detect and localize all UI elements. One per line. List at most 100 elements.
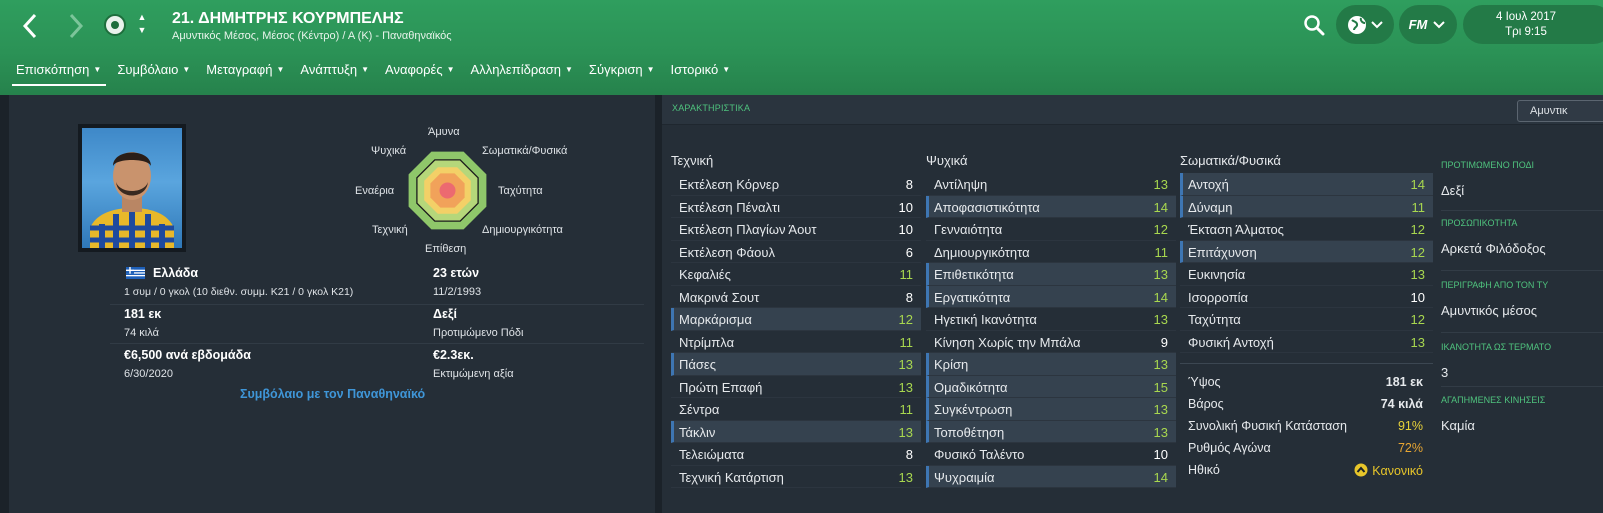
attribute-row[interactable]: Επιτάχυνση 12 — [1180, 240, 1433, 263]
attribute-row[interactable]: Δύναμη 11 — [1180, 195, 1433, 218]
attribute-value: 11 — [899, 334, 914, 350]
current-time: Τρι 9:15 — [1505, 25, 1547, 38]
attribute-row[interactable]: Ευκινησία 13 — [1180, 263, 1433, 286]
contract-link[interactable]: Συμβόλαιο με τον Παναθηναϊκό — [240, 387, 425, 401]
tab-compare[interactable]: Σύγκριση ▼ — [581, 60, 663, 84]
club-badge-icon[interactable] — [104, 14, 126, 36]
attribute-row[interactable]: Εκτέλεση Πλαγίων Άουτ 10 — [671, 218, 921, 241]
attribute-name: Τοποθέτηση — [934, 424, 1005, 440]
attribute-name: Ψυχραιμία — [934, 469, 995, 485]
attribute-value: 13 — [1153, 312, 1168, 327]
attribute-row[interactable]: Γενναιότητα 12 — [926, 218, 1176, 241]
attribute-row[interactable]: Τεχνική Κατάρτιση 13 — [671, 466, 921, 488]
tab-overview[interactable]: Επισκόπηση ▼ — [8, 60, 109, 86]
contract-expiry: 6/30/2020 — [124, 368, 173, 380]
attribute-row[interactable]: Επιθετικότητα 13 — [926, 263, 1176, 286]
attribute-row[interactable]: Τάκλιν 13 — [671, 420, 921, 443]
side-value: Δεξί — [1441, 183, 1465, 198]
attribute-name: Τελειώματα — [679, 447, 745, 462]
tab-development[interactable]: Ανάπτυξη ▼ — [292, 60, 377, 84]
side-preferred-moves: ΑΓΑΠΗΜΕΝΕΣ ΚΙΝΗΣΕΙΣ Καμία — [1441, 395, 1603, 433]
side-value: Καμία — [1441, 418, 1475, 433]
attribute-name: Έκταση Άλματος — [1188, 222, 1284, 237]
attribute-name: Αποφασιστικότητα — [934, 199, 1040, 215]
info-row-condition: Συνολική Φυσική Κατάσταση 91% — [1188, 419, 1423, 433]
attribute-name: Ντρίμπλα — [679, 334, 735, 350]
divider — [110, 304, 644, 305]
side-title: ΠΕΡΙΓΡΑΦΗ ΑΠΟ ΤΟΝ ΤΥ — [1441, 280, 1549, 290]
attribute-name: Μαρκάρισμα — [679, 312, 752, 327]
attribute-name: Αντίληψη — [934, 177, 988, 192]
side-title: ΑΓΑΠΗΜΕΝΕΣ ΚΙΝΗΣΕΙΣ — [1441, 395, 1546, 405]
attribute-name: Ηγετική Ικανότητα — [934, 312, 1037, 327]
attribute-value: 8 — [905, 177, 913, 192]
attribute-value: 15 — [1153, 379, 1168, 395]
attribute-row[interactable]: Πάσες 13 — [671, 353, 921, 376]
attribute-row[interactable]: Ισορροπία 10 — [1180, 286, 1433, 308]
divider — [1441, 386, 1603, 387]
attribute-row[interactable]: Κρίση 13 — [926, 353, 1176, 376]
attribute-row[interactable]: Ταχύτητα 12 — [1180, 308, 1433, 331]
attribute-value: 11 — [1411, 199, 1426, 215]
attribute-value: 14 — [1153, 469, 1168, 485]
greece-flag-icon — [126, 267, 145, 279]
side-personality: ΠΡΟΣΩΠΙΚΟΤΗΤΑ Αρκετά Φιλόδοξος — [1441, 218, 1603, 256]
tab-contract[interactable]: Συμβόλαιο ▼ — [109, 60, 198, 84]
attribute-value: 13 — [898, 469, 913, 485]
attribute-row[interactable]: Φυσικό Ταλέντο 10 — [926, 443, 1176, 466]
attribute-row[interactable]: Κίνηση Χωρίς την Μπάλα 9 — [926, 331, 1176, 353]
search-icon[interactable] — [1303, 14, 1327, 38]
radar-label-aerial: Εναέρια — [355, 185, 395, 197]
attribute-row[interactable]: Αντοχή 14 — [1180, 173, 1433, 196]
tab-reports[interactable]: Αναφορές ▼ — [377, 60, 463, 84]
attribute-row[interactable]: Σέντρα 11 — [671, 398, 921, 421]
attribute-value: 8 — [905, 289, 913, 305]
tab-transfer[interactable]: Μεταγραφή ▼ — [198, 60, 292, 84]
attribute-row[interactable]: Κεφαλιές 11 — [671, 263, 921, 286]
attribute-row[interactable]: Έκταση Άλματος 12 — [1180, 218, 1433, 241]
attribute-row[interactable]: Αντίληψη 13 — [926, 173, 1176, 196]
attribute-value: 6 — [905, 244, 913, 260]
attribute-row[interactable]: Εκτέλεση Φάουλ 6 — [671, 241, 921, 263]
attribute-row[interactable]: Μακρινά Σουτ 8 — [671, 286, 921, 308]
forward-arrow-icon[interactable] — [62, 10, 90, 42]
attribute-name: Κρίση — [934, 357, 969, 372]
attribute-row[interactable]: Πρώτη Επαφή 13 — [671, 376, 921, 398]
attribute-row[interactable]: Συγκέντρωση 13 — [926, 398, 1176, 421]
player-name: 21. ΔΗΜΗΤΡΗΣ ΚΟΥΡΜΠΕΛΗΣ — [172, 10, 404, 27]
attribute-row[interactable]: Ντρίμπλα 11 — [671, 331, 921, 353]
attribute-row[interactable]: Αποφασιστικότητα 14 — [926, 195, 1176, 218]
player-age: 23 ετών — [433, 266, 480, 280]
role-dropdown[interactable]: Αμυντικ — [1517, 100, 1603, 122]
up-down-chevron-icon[interactable]: ▲ ▼ — [136, 11, 148, 39]
back-arrow-icon[interactable] — [16, 10, 44, 42]
date-of-birth: 11/2/1993 — [433, 286, 482, 298]
attribute-row[interactable]: Ομαδικότητα 15 — [926, 375, 1176, 398]
tab-history[interactable]: Ιστορικό ▼ — [663, 60, 739, 84]
divider — [1441, 332, 1603, 333]
attribute-row[interactable]: Ηγετική Ικανότητα 13 — [926, 308, 1176, 331]
attribute-name: Κίνηση Χωρίς την Μπάλα — [934, 334, 1081, 350]
attribute-row[interactable]: Δημιουργικότητα 11 — [926, 241, 1176, 263]
continue-date-button[interactable]: 4 Ιουλ 2017 Τρι 9:15 — [1463, 5, 1603, 44]
radar-label-mental: Ψυχικά — [371, 145, 407, 157]
divider — [110, 343, 644, 344]
attribute-row[interactable]: Ψυχραιμία 14 — [926, 465, 1176, 488]
info-row-morale: Ηθικό Κανονικό — [1188, 463, 1423, 478]
attribute-row[interactable]: Εκτέλεση Πέναλτι 10 — [671, 196, 921, 218]
attribute-name: Εργατικότητα — [934, 289, 1011, 305]
attribute-row[interactable]: Φυσική Αντοχή 13 — [1180, 331, 1433, 353]
player-wage: €6,500 ανά εβδομάδα — [124, 348, 251, 362]
attribute-row[interactable]: Εκτέλεση Κόρνερ 8 — [671, 173, 921, 196]
fm-menu-button[interactable]: FM — [1399, 5, 1457, 44]
attribute-row[interactable]: Τοποθέτηση 13 — [926, 420, 1176, 443]
attribute-row[interactable]: Εργατικότητα 14 — [926, 285, 1176, 308]
mental-heading: Ψυχικά — [926, 153, 968, 168]
attribute-name: Τάκλιν — [679, 424, 716, 440]
attribute-row[interactable]: Τελειώματα 8 — [671, 443, 921, 466]
world-menu-button[interactable] — [1336, 5, 1394, 44]
attribute-value: 11 — [1154, 244, 1169, 260]
tab-interaction[interactable]: Αλληλεπίδραση ▼ — [463, 60, 581, 84]
attribute-name: Σέντρα — [679, 402, 720, 417]
attribute-row[interactable]: Μαρκάρισμα 12 — [671, 308, 921, 331]
